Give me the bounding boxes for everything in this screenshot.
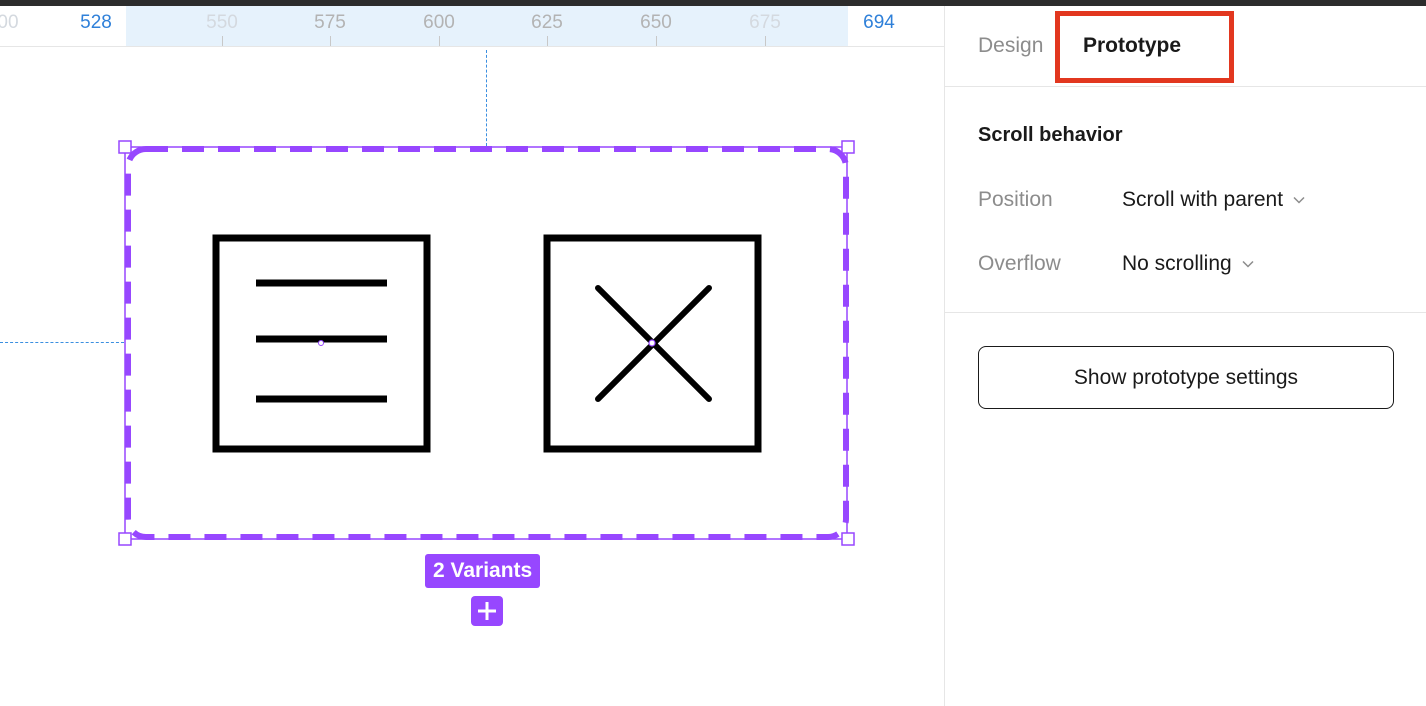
properties-panel: Design Prototype Scroll behavior Positio… [945, 6, 1426, 706]
canvas[interactable]: 00 528 550 575 600 625 650 675 694 2 Var… [0, 6, 944, 706]
scroll-behavior-title: Scroll behavior [978, 124, 1123, 146]
variant-menu[interactable] [212, 234, 431, 453]
component-set[interactable]: 2 Variants [0, 6, 944, 706]
position-dropdown[interactable]: Scroll with parent [1122, 188, 1305, 212]
position-value: Scroll with parent [1122, 188, 1284, 211]
variants-badge[interactable]: 2 Variants [425, 554, 541, 588]
resize-handle-bottom-left[interactable] [118, 532, 132, 546]
show-prototype-settings-button[interactable]: Show prototype settings [978, 346, 1394, 409]
overflow-dropdown[interactable]: No scrolling [1122, 252, 1254, 276]
add-variant-button[interactable] [471, 596, 503, 626]
overflow-label: Overflow [978, 252, 1061, 275]
resize-handle-top-left[interactable] [118, 140, 132, 154]
resize-handles[interactable] [118, 140, 855, 546]
position-label: Position [978, 188, 1053, 211]
tab-design[interactable]: Design [978, 34, 1043, 58]
center-point [318, 340, 324, 346]
overflow-value: No scrolling [1122, 252, 1232, 275]
chevron-down-icon [1242, 260, 1254, 268]
selection-outline [124, 146, 848, 540]
chevron-down-icon [1293, 196, 1305, 204]
resize-handle-top-right[interactable] [841, 140, 855, 154]
section-divider [945, 312, 1426, 313]
variant-close[interactable] [543, 234, 762, 453]
resize-handle-bottom-right[interactable] [841, 532, 855, 546]
tab-highlight-annotation [1055, 11, 1234, 83]
plus-icon [478, 602, 496, 620]
component-set-dashed-border[interactable] [125, 146, 849, 540]
center-point [648, 339, 656, 347]
tabs-divider [945, 86, 1426, 87]
